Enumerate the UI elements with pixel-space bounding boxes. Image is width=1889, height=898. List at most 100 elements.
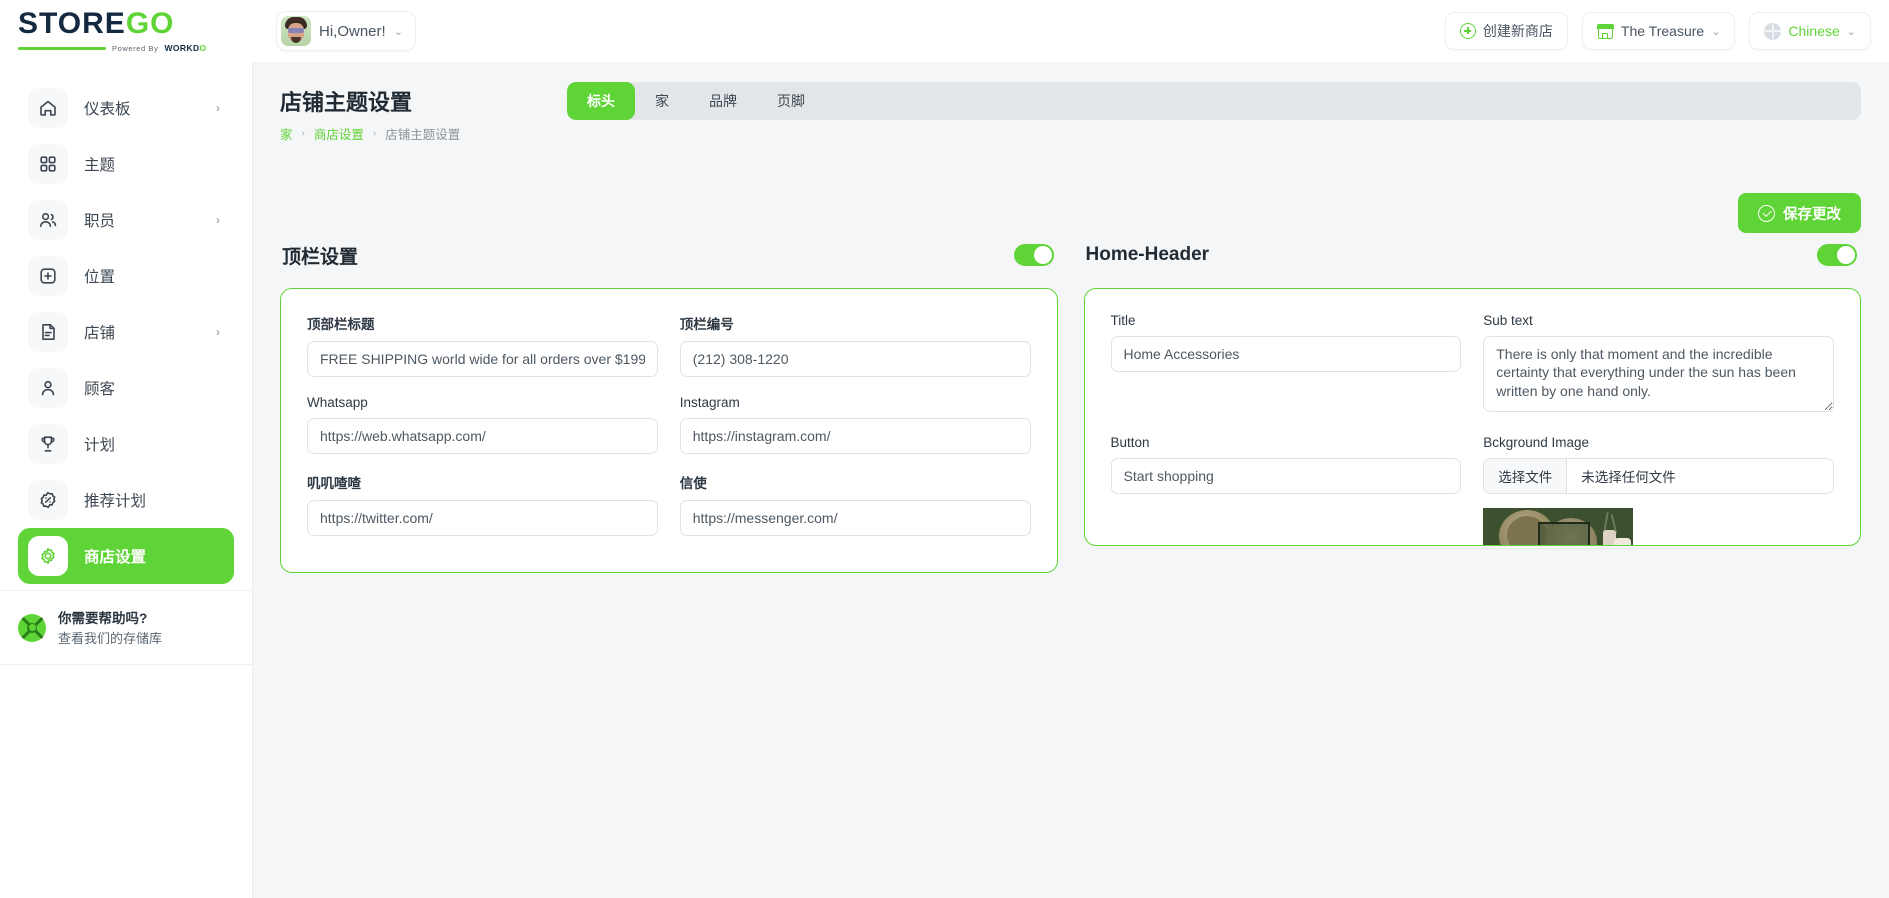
sidebar-item-9[interactable]: 商店设置	[18, 528, 234, 584]
user-menu-button[interactable]: Hi,Owner! ⌄	[276, 11, 416, 51]
topbar-settings-panel: 顶栏设置 顶部栏标题 顶栏编号 Whatsapp	[280, 237, 1058, 573]
home-header-card: Title Sub text Button Bckground Image	[1083, 288, 1861, 546]
field-twitter: 叽叽喳喳	[307, 472, 658, 536]
grid-icon-wrap	[28, 144, 68, 184]
sidebar: 仪表板 › 主题职员 › 位置店铺 › 顾客计划推荐计划商店设置 你需要帮助吗? 查看我们的…	[0, 62, 252, 898]
users-icon	[40, 212, 57, 227]
sidebar-item-7[interactable]: 计划	[18, 416, 234, 472]
field-instagram-label: Instagram	[679, 395, 740, 410]
field-whatsapp: Whatsapp	[307, 395, 658, 454]
globe-icon	[1764, 22, 1782, 40]
home-header-toggle[interactable]	[1817, 244, 1857, 266]
gear-icon-wrap	[28, 536, 68, 576]
sidebar-item-label: 商店设置	[84, 549, 147, 566]
save-changes-label: 保存更改	[1783, 206, 1841, 223]
chevron-right-icon: ›	[216, 325, 220, 339]
whatsapp-input[interactable]	[307, 418, 658, 454]
messenger-input[interactable]	[679, 500, 1031, 536]
sidebar-item-4[interactable]: 位置	[18, 248, 234, 304]
settings-panels: 顶栏设置 顶部栏标题 顶栏编号 Whatsapp	[280, 237, 1861, 573]
trophy-icon	[41, 436, 55, 452]
tab-2[interactable]: 家	[635, 82, 689, 120]
home-header-panel: Home-Header Title Sub text Button	[1083, 237, 1862, 546]
field-messenger: 信使	[679, 472, 1031, 536]
logo-go-text: GO	[125, 7, 175, 40]
logo-rule-divider	[18, 46, 106, 50]
sidebar-item-label: 计划	[84, 437, 116, 454]
chevron-right-icon: ›	[301, 128, 305, 139]
plus-circle-icon	[1459, 23, 1476, 39]
home-header-title: Home-Header	[1085, 244, 1210, 265]
store-icon	[42, 324, 55, 340]
background-image-file-input[interactable]: 选择文件 未选择任何文件	[1483, 458, 1834, 494]
sidebar-item-3[interactable]: 职员 ›	[18, 192, 234, 248]
sidebar-item-label: 仪表板	[84, 101, 131, 118]
home-subtext-textarea[interactable]	[1483, 336, 1834, 412]
grid-icon	[40, 156, 56, 172]
tab-3[interactable]: 品牌	[689, 82, 757, 120]
field-background-image-label: Bckground Image	[1483, 435, 1590, 450]
chevron-right-icon: ›	[216, 213, 220, 227]
logo-wordmark: STOREGO	[18, 9, 207, 39]
field-messenger-label: 信使	[679, 476, 707, 491]
field-background-image: Bckground Image 选择文件 未选择任何文件	[1483, 435, 1834, 545]
home-header-header: Home-Header	[1084, 237, 1862, 273]
field-top-number-label: 顶栏编号	[679, 317, 734, 332]
logo-store-text: STORE	[18, 7, 126, 40]
field-instagram: Instagram	[679, 395, 1031, 454]
topbar-settings-header: 顶栏设置	[280, 237, 1058, 273]
sidebar-item-8[interactable]: 推荐计划	[18, 472, 234, 528]
field-home-button-label: Button	[1110, 435, 1150, 450]
save-changes-button[interactable]: 保存更改	[1738, 193, 1861, 233]
breadcrumb-item-2[interactable]: 商店设置	[314, 124, 364, 143]
top-title-input[interactable]	[307, 341, 658, 377]
logo-powered-text: Powered By	[112, 43, 159, 53]
language-selector-button[interactable]: Chinese ⌄	[1749, 12, 1871, 50]
top-bar: STOREGO Powered By WORKDO Hi,Owner! ⌄ 创建…	[0, 0, 1889, 62]
twitter-input[interactable]	[307, 500, 658, 536]
field-home-title-label: Title	[1110, 313, 1136, 328]
top-number-input[interactable]	[679, 341, 1031, 377]
instagram-input[interactable]	[679, 418, 1031, 454]
sidebar-item-6[interactable]: 顾客	[18, 360, 234, 416]
choose-file-button[interactable]: 选择文件	[1484, 459, 1568, 493]
store-selector-button[interactable]: The Treasure ⌄	[1581, 12, 1736, 50]
create-store-button[interactable]: 创建新商店	[1444, 12, 1568, 50]
check-circle-icon	[1758, 204, 1775, 222]
user-icon	[41, 380, 55, 396]
chevron-right-icon: ›	[216, 101, 220, 115]
avatar	[281, 16, 311, 46]
location-icon	[40, 268, 56, 284]
home-icon	[40, 100, 56, 116]
breadcrumb-item-3: 店铺主题设置	[385, 128, 461, 142]
sidebar-item-2[interactable]: 主题	[18, 136, 234, 192]
sidebar-item-label: 职员	[84, 213, 116, 230]
field-top-title-label: 顶部栏标题	[307, 317, 375, 332]
tab-4[interactable]: 页脚	[757, 82, 825, 120]
topbar-settings-title: 顶栏设置	[282, 246, 359, 268]
home-title-input[interactable]	[1110, 336, 1462, 372]
sidebar-item-label: 店铺	[84, 325, 116, 342]
sidebar-item-label: 推荐计划	[84, 493, 147, 510]
lifebuoy-icon	[18, 613, 46, 642]
help-box[interactable]: 你需要帮助吗? 查看我们的存储库	[0, 590, 252, 665]
app-logo[interactable]: STOREGO Powered By WORKDO	[0, 0, 252, 62]
sidebar-item-5[interactable]: 店铺 ›	[18, 304, 234, 360]
field-whatsapp-label: Whatsapp	[307, 395, 368, 410]
sidebar-item-label: 顾客	[84, 381, 116, 398]
home-button-input[interactable]	[1110, 458, 1462, 494]
chevron-right-icon: ›	[372, 128, 377, 139]
topbar-settings-toggle[interactable]	[1013, 244, 1054, 266]
badge-percent-icon	[40, 491, 56, 509]
tab-1[interactable]: 标头	[567, 82, 635, 120]
store-selector-label: The Treasure	[1620, 23, 1705, 39]
chevron-down-icon: ⌄	[1846, 25, 1856, 38]
field-home-subtext-label: Sub text	[1483, 313, 1533, 328]
field-top-title: 顶部栏标题	[307, 313, 658, 377]
breadcrumb-item-1[interactable]: 家	[280, 124, 293, 143]
trophy-icon-wrap	[28, 424, 68, 464]
sidebar-item-1[interactable]: 仪表板 ›	[18, 80, 234, 136]
create-store-label: 创建新商店	[1482, 23, 1553, 39]
field-home-button: Button	[1110, 435, 1462, 545]
badge-percent-icon-wrap	[28, 480, 68, 520]
